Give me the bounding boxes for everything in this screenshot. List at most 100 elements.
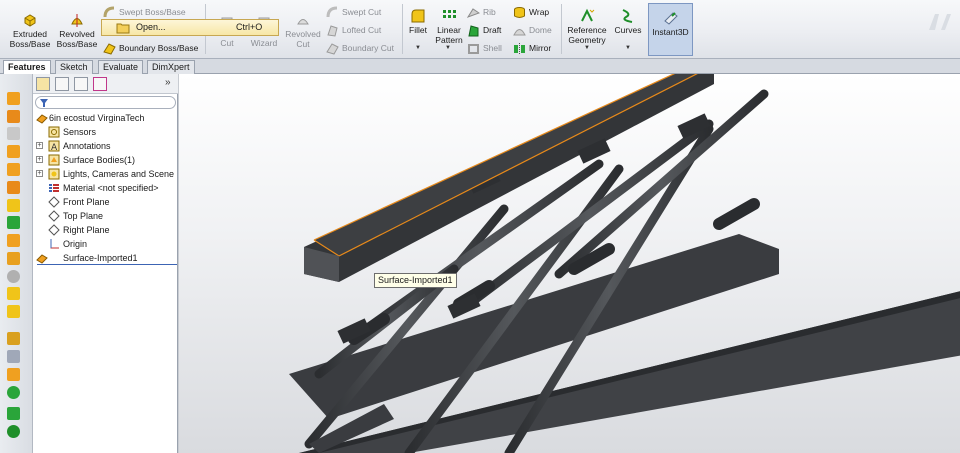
tree-item-label: Top Plane — [63, 211, 104, 221]
wrap-button[interactable]: Wrap — [513, 4, 549, 20]
lofted-cut-button[interactable]: Lofted Cut — [326, 22, 381, 38]
ref-geometry-shortcut-icon[interactable] — [7, 407, 20, 420]
tab-features[interactable]: Features — [3, 60, 51, 74]
curves-shortcut-icon[interactable] — [7, 425, 20, 438]
linear-pattern-icon — [443, 10, 456, 18]
boundary-shortcut-icon[interactable] — [7, 163, 20, 176]
tree-item-lights-cameras[interactable]: + Lights, Cameras and Scene — [33, 167, 178, 181]
untrim-shortcut-icon[interactable] — [7, 368, 20, 381]
cut-shortcut-icon[interactable] — [7, 199, 20, 212]
expand-toggle-icon[interactable]: + — [36, 156, 43, 163]
boundary-boss-button[interactable]: Boundary Boss/Base — [103, 40, 198, 56]
surface-shortcut-icon[interactable] — [7, 216, 20, 229]
thicken-shortcut-icon[interactable] — [7, 181, 20, 194]
material-icon — [49, 184, 59, 192]
configuration-manager-tab-icon[interactable] — [74, 77, 88, 91]
tree-item-label: Lights, Cameras and Scene — [63, 169, 175, 179]
rib-button[interactable]: Rib — [467, 4, 496, 20]
offset-shortcut-icon[interactable] — [7, 252, 20, 265]
linear-pattern-dropdown-icon[interactable]: ▼ — [445, 45, 451, 51]
tree-item-surface-bodies[interactable]: + Surface Bodies(1) — [33, 153, 178, 167]
wrap-icon — [514, 7, 525, 19]
command-manager-ribbon: Extruded Boss/Base Revolved Boss/Base Sw… — [0, 0, 960, 59]
tree-item-surface-imported[interactable]: Surface-Imported1 — [33, 251, 178, 265]
tab-evaluate[interactable]: Evaluate — [98, 60, 144, 74]
surface-bodies-icon — [48, 154, 60, 166]
expand-toggle-icon[interactable]: + — [36, 142, 43, 149]
dome-button[interactable]: Dome — [513, 22, 552, 38]
tree-item-annotations[interactable]: + A Annotations — [33, 139, 178, 153]
tree-item-sensors[interactable]: Sensors — [33, 125, 178, 139]
tab-dimxpert[interactable]: DimXpert — [147, 60, 195, 74]
swept-boss-button[interactable]: Swept Boss/Base — [103, 4, 186, 20]
curves-label: Curves — [614, 25, 642, 35]
property-manager-tab-icon[interactable] — [55, 77, 69, 91]
solidworks-logo-icon — [929, 14, 951, 30]
instant3d-label: Instant3D — [652, 27, 689, 37]
knit-shortcut-icon[interactable] — [7, 270, 20, 283]
curves-dropdown-icon[interactable]: ▼ — [625, 45, 631, 51]
expand-panels-icon[interactable]: » — [165, 77, 171, 88]
tree-item-label: Surface Bodies(1) — [63, 155, 136, 165]
tree-item-top-plane[interactable]: Top Plane — [33, 209, 178, 223]
fill-shortcut-icon[interactable] — [7, 234, 20, 247]
reference-geometry-dropdown-icon[interactable]: ▼ — [584, 45, 590, 51]
trim-shortcut-icon[interactable] — [7, 287, 20, 300]
curves-icon — [622, 9, 633, 23]
delete-face-shortcut-icon[interactable] — [7, 332, 20, 345]
tree-root[interactable]: 6in ecostud VirginaTech — [33, 111, 178, 125]
filter-icon — [40, 99, 48, 107]
shell-label: Shell — [483, 43, 502, 53]
tab-sketch[interactable]: Sketch — [55, 60, 93, 74]
revolved-boss-icon — [71, 14, 83, 27]
tree-item-origin[interactable]: Origin — [33, 237, 178, 251]
reference-geometry-button[interactable]: Reference Geometry — [564, 8, 610, 45]
tree-item-label: Annotations — [63, 141, 111, 151]
tree-item-right-plane[interactable]: Right Plane — [33, 223, 178, 237]
origin-icon — [50, 239, 59, 249]
graphics-viewport[interactable]: — — [179, 74, 960, 453]
boundary-cut-button[interactable]: Boundary Cut — [326, 40, 394, 56]
linear-pattern-label: Linear Pattern — [435, 25, 463, 45]
linear-pattern-button[interactable]: Linear Pattern — [432, 8, 466, 45]
open-menu-item[interactable]: Open... Ctrl+O — [101, 19, 279, 36]
fillet-button[interactable]: Fillet — [405, 8, 431, 35]
revolve-shortcut-icon[interactable] — [7, 110, 20, 123]
swept-boss-icon — [103, 6, 115, 18]
extrude-shortcut-icon[interactable] — [7, 92, 20, 105]
tree-item-label: Surface-Imported1 — [63, 253, 138, 263]
dimxpert-manager-tab-icon[interactable] — [93, 77, 107, 91]
boundary-boss-icon — [103, 43, 116, 55]
tree-item-label: Material <not specified> — [63, 183, 159, 193]
reference-geometry-label: Reference Geometry — [567, 25, 607, 45]
curves-button[interactable]: Curves — [611, 8, 645, 35]
tree-item-material[interactable]: Material <not specified> — [33, 181, 178, 195]
dome-icon — [513, 29, 526, 36]
extruded-boss-button[interactable]: Extruded Boss/Base — [8, 12, 52, 49]
swept-cut-button[interactable]: Swept Cut — [326, 4, 381, 20]
instant3d-button[interactable]: Instant3D — [648, 3, 693, 56]
rollback-bar[interactable] — [37, 264, 177, 265]
feature-manager-tab-icon[interactable] — [36, 77, 50, 91]
tree-item-label: Right Plane — [63, 225, 110, 235]
boundary-cut-label: Boundary Cut — [342, 43, 394, 53]
expand-toggle-icon[interactable]: + — [36, 170, 43, 177]
sweep-shortcut-icon[interactable] — [7, 127, 20, 140]
lofted-cut-label: Lofted Cut — [342, 25, 382, 35]
fillet-dropdown-icon[interactable]: ▼ — [415, 45, 421, 51]
draft-button[interactable]: Draft — [467, 22, 501, 38]
replace-face-shortcut-icon[interactable] — [7, 350, 20, 363]
tree-filter-input[interactable] — [35, 96, 176, 109]
boundary-boss-label: Boundary Boss/Base — [119, 43, 199, 53]
shell-button[interactable]: Shell — [467, 40, 502, 56]
revolved-boss-label: Revolved Boss/Base — [56, 29, 98, 49]
fillet-shortcut-icon[interactable] — [7, 386, 20, 399]
revolved-boss-button[interactable]: Revolved Boss/Base — [54, 12, 100, 49]
mirror-button[interactable]: Mirror — [513, 40, 551, 56]
loft-shortcut-icon[interactable] — [7, 145, 20, 158]
tree-item-front-plane[interactable]: Front Plane — [33, 195, 178, 209]
extend-shortcut-icon[interactable] — [7, 305, 20, 318]
fillet-icon — [411, 9, 425, 23]
imported-surface-icon — [36, 254, 48, 264]
revolved-cut-button[interactable]: Revolved Cut — [284, 12, 322, 49]
